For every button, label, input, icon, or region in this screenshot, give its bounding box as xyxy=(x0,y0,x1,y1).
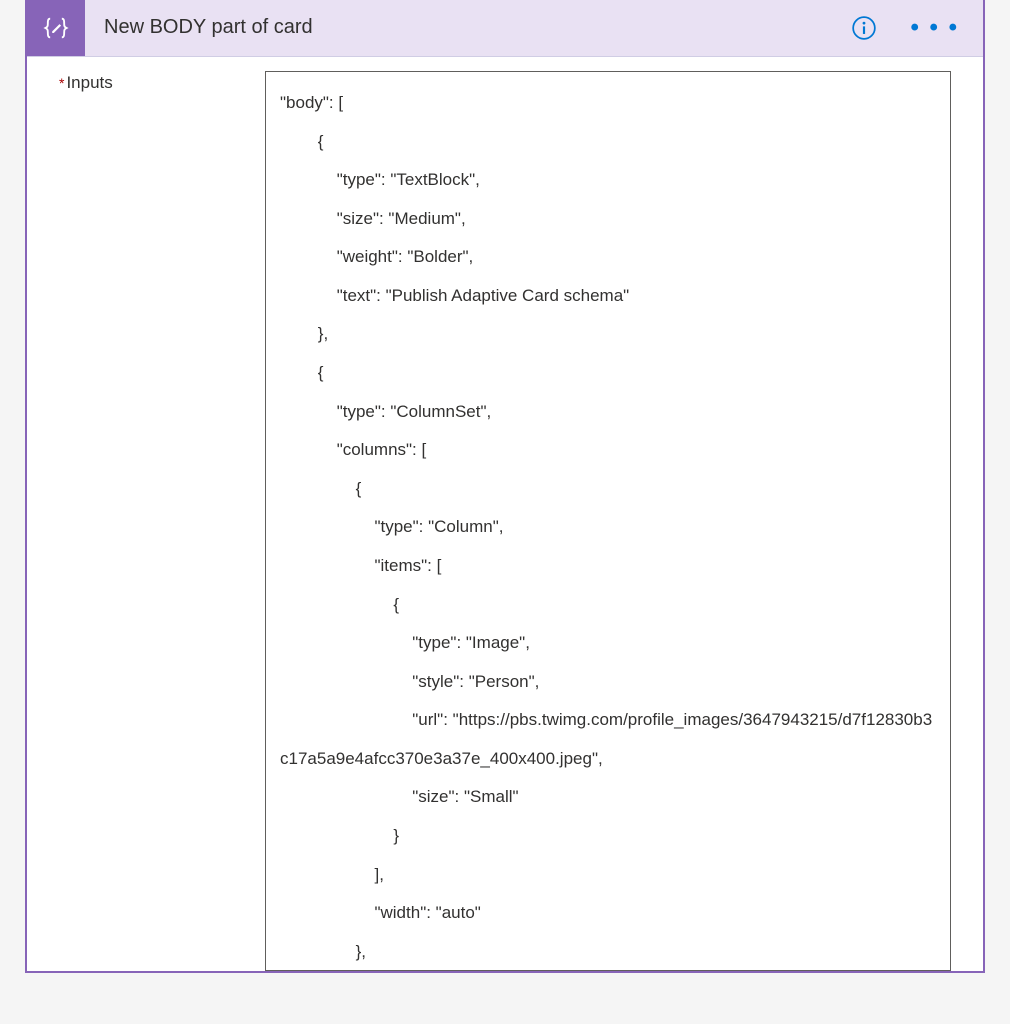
inputs-code-editor[interactable]: "body": [ { "type": "TextBlock", "size":… xyxy=(265,71,951,971)
info-button[interactable] xyxy=(850,14,878,42)
card-body: *Inputs "body": [ { "type": "TextBlock",… xyxy=(27,57,983,971)
inputs-label: Inputs xyxy=(66,73,112,92)
field-label-column: *Inputs xyxy=(59,71,255,971)
action-card: New BODY part of card • • • *Inputs "bod… xyxy=(25,0,985,973)
action-type-icon-box xyxy=(27,0,85,56)
field-input-column: "body": [ { "type": "TextBlock", "size":… xyxy=(265,71,951,971)
ellipsis-icon: • • • xyxy=(910,14,959,41)
info-icon xyxy=(851,15,877,41)
action-title[interactable]: New BODY part of card xyxy=(85,0,826,56)
header-actions: • • • xyxy=(826,0,983,56)
card-header: New BODY part of card • • • xyxy=(27,0,983,57)
more-menu-button[interactable]: • • • xyxy=(910,14,959,42)
braces-edit-icon xyxy=(42,14,70,42)
required-indicator: * xyxy=(59,75,64,91)
